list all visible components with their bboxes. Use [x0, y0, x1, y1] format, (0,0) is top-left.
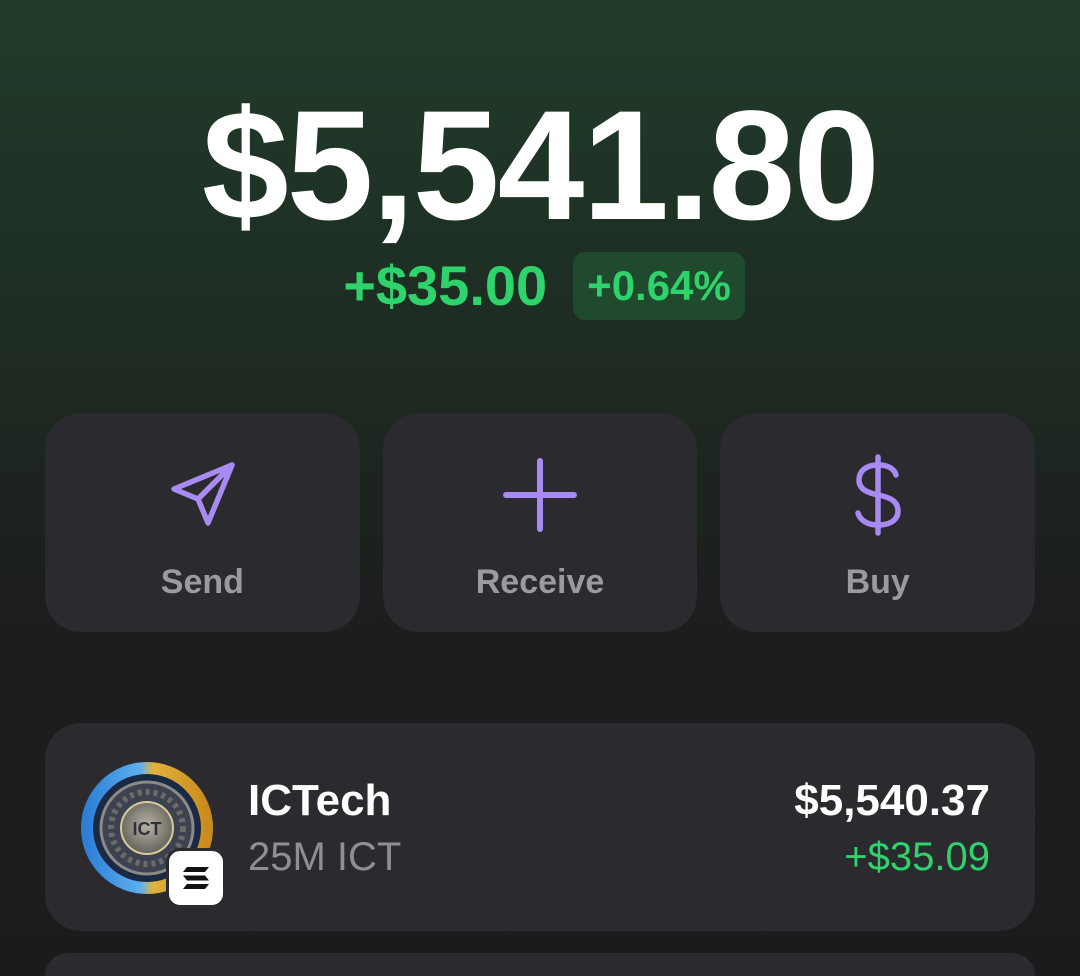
buy-label: Buy [845, 563, 910, 601]
solana-icon [166, 848, 226, 908]
buy-button[interactable]: Buy [720, 413, 1036, 632]
portfolio-change-amount: +$35.00 [343, 254, 548, 317]
send-label: Send [160, 563, 244, 601]
portfolio-change-row: +$35.00 +0.64% [0, 252, 1080, 320]
dollar-icon [836, 453, 920, 537]
receive-label: Receive [475, 563, 605, 601]
send-button[interactable]: Send [45, 413, 360, 632]
portfolio-change-percent-badge: +0.64% [573, 252, 745, 320]
send-icon [160, 453, 244, 537]
token-row-ictech[interactable]: ICT ICTech 25M ICT $5,540.37 +$35.09 [45, 723, 1035, 931]
token-change: +$35.09 [844, 835, 990, 879]
ictech-logo-text: ICT [133, 819, 162, 839]
token-amount: 25M ICT [248, 835, 402, 879]
portfolio-balance: $5,541.80 [201, 79, 880, 253]
plus-icon [498, 453, 582, 537]
receive-button[interactable]: Receive [382, 413, 698, 632]
token-value: $5,540.37 [794, 776, 990, 825]
token-row-partial[interactable] [45, 953, 1035, 976]
token-name: ICTech [248, 776, 392, 825]
action-buttons: Send Receive Buy [45, 413, 1036, 632]
